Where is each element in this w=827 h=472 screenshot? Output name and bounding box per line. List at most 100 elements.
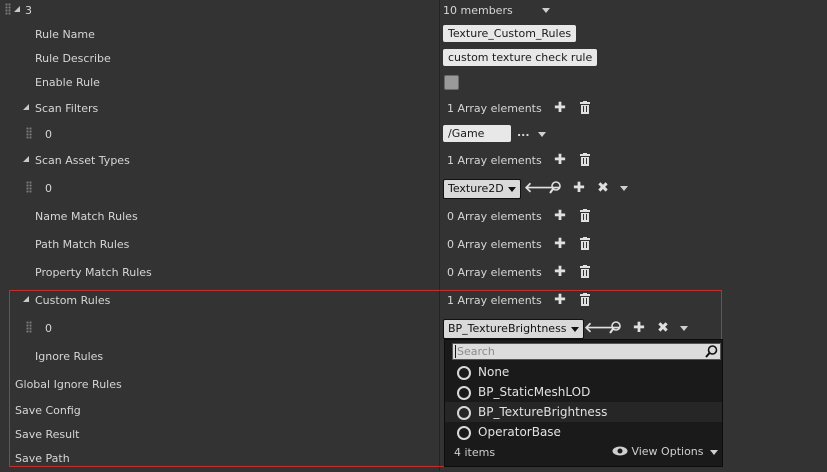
ignore-rules-label: Ignore Rules: [35, 350, 104, 363]
magnifier-icon[interactable]: [608, 321, 622, 335]
name-match-rules-label: Name Match Rules: [35, 210, 138, 223]
scan-asset-types-label: Scan Asset Types: [35, 154, 130, 167]
array-item-3-row: 3 10 members: [0, 0, 827, 24]
view-options-label: View Options: [631, 445, 704, 458]
radio-icon: [457, 386, 471, 400]
option-bp-texturebrightness[interactable]: BP_TextureBrightness: [445, 402, 722, 422]
save-result-label: Save Result: [15, 428, 80, 441]
trash-icon[interactable]: [578, 209, 592, 223]
search-input[interactable]: Search: [452, 343, 721, 360]
scan-asset-types-item-row: 0 Texture2D 🡐 ✚ ✖: [0, 178, 827, 202]
option-bp-staticmeshlod[interactable]: BP_StaticMeshLOD: [445, 382, 722, 402]
plus-icon[interactable]: ✚: [553, 293, 567, 307]
option-none[interactable]: None: [445, 362, 722, 382]
grip-icon[interactable]: [26, 321, 32, 333]
trash-icon[interactable]: [578, 293, 592, 307]
dropdown-arrow-icon[interactable]: [538, 132, 546, 137]
option-label: BP_StaticMeshLOD: [478, 385, 591, 399]
grip-icon[interactable]: [5, 3, 11, 15]
text-caret: [455, 345, 456, 358]
custom-rules-count: 1 Array elements: [447, 294, 542, 307]
scan-filters-label: Scan Filters: [35, 102, 99, 115]
close-icon[interactable]: ✖: [656, 321, 670, 335]
expand-arrow-icon[interactable]: [14, 6, 20, 12]
expand-arrow-icon[interactable]: [23, 156, 29, 162]
option-label: BP_TextureBrightness: [478, 405, 608, 419]
dropdown-arrow-icon[interactable]: [620, 186, 628, 191]
grip-icon[interactable]: [26, 181, 32, 193]
class-picker-popup: Search None BP_StaticMeshLOD BP_TextureB…: [444, 339, 723, 467]
rule-name-label: Rule Name: [35, 28, 95, 41]
arrow-left-icon[interactable]: 🡐: [524, 181, 562, 195]
plus-icon[interactable]: ✚: [632, 321, 646, 335]
custom-rules-label: Custom Rules: [35, 294, 111, 307]
custom-rule-combo[interactable]: BP_TextureBrightness: [443, 319, 584, 339]
expand-arrow-icon[interactable]: [23, 104, 29, 110]
close-icon[interactable]: ✖: [596, 181, 610, 195]
rule-describe-input[interactable]: custom texture check rule: [443, 49, 598, 66]
view-options-button[interactable]: View Options: [612, 445, 718, 459]
dropdown-arrow-icon[interactable]: [680, 326, 688, 331]
global-ignore-rules-label: Global Ignore Rules: [15, 378, 122, 391]
path-match-rules-count: 0 Array elements: [447, 238, 542, 251]
dropdown-arrow-icon[interactable]: [542, 8, 550, 13]
rule-name-input[interactable]: Texture_Custom_Rules: [443, 25, 577, 42]
option-label: None: [478, 365, 510, 379]
path-match-rules-label: Path Match Rules: [35, 238, 130, 251]
trash-icon[interactable]: [578, 153, 592, 167]
trash-icon[interactable]: [578, 265, 592, 279]
dropdown-arrow-icon: [710, 449, 718, 455]
trash-icon[interactable]: [578, 101, 592, 115]
arrow-left-icon[interactable]: 🡐: [584, 321, 622, 335]
plus-icon[interactable]: ✚: [553, 265, 567, 279]
search-placeholder: Search: [457, 345, 495, 358]
plus-icon[interactable]: ✚: [553, 101, 567, 115]
property-match-rules-row: Property Match Rules 0 Array elements ✚: [0, 262, 827, 286]
scan-filter-path-input[interactable]: /Game: [443, 125, 511, 142]
grip-icon[interactable]: [26, 127, 32, 139]
path-match-rules-row: Path Match Rules 0 Array elements ✚: [0, 234, 827, 258]
expand-arrow-icon[interactable]: [23, 296, 29, 302]
plus-icon[interactable]: ✚: [572, 181, 586, 195]
name-match-rules-count: 0 Array elements: [447, 210, 542, 223]
property-match-rules-count: 0 Array elements: [447, 266, 542, 279]
scan-filters-row: Scan Filters 1 Array elements ✚: [0, 98, 827, 122]
trash-icon[interactable]: [578, 237, 592, 251]
radio-icon: [457, 406, 471, 420]
custom-rules-item-index: 0: [45, 322, 52, 335]
plus-icon[interactable]: ✚: [553, 209, 567, 223]
save-config-label: Save Config: [15, 404, 81, 417]
dropdown-arrow-icon: [570, 327, 579, 332]
asset-type-value: Texture2D: [448, 182, 504, 195]
scan-filters-item-row: 0 /Game ...: [0, 124, 827, 148]
property-match-rules-label: Property Match Rules: [35, 266, 152, 279]
radio-icon: [457, 366, 471, 380]
enable-rule-label: Enable Rule: [35, 76, 100, 89]
scan-filters-count: 1 Array elements: [447, 102, 542, 115]
custom-rule-value: BP_TextureBrightness: [448, 322, 567, 335]
scan-filters-item-index: 0: [45, 128, 52, 141]
scan-asset-types-item-index: 0: [45, 182, 52, 195]
option-label: OperatorBase: [478, 425, 561, 439]
scan-asset-types-row: Scan Asset Types 1 Array elements ✚: [0, 150, 827, 174]
scan-asset-types-count: 1 Array elements: [447, 154, 542, 167]
enable-rule-checkbox[interactable]: [444, 75, 459, 90]
rule-name-row: Rule Name Texture_Custom_Rules: [0, 24, 827, 48]
rule-describe-label: Rule Describe: [35, 52, 111, 65]
radio-icon: [457, 426, 471, 440]
plus-icon[interactable]: ✚: [553, 237, 567, 251]
dropdown-arrow-icon: [507, 187, 516, 192]
save-path-label: Save Path: [15, 452, 70, 465]
magnifier-icon: [705, 345, 718, 361]
eye-icon: [612, 446, 628, 459]
option-operatorbase[interactable]: OperatorBase: [445, 422, 722, 442]
item-count: 4 items: [454, 446, 496, 459]
magnifier-icon[interactable]: [548, 181, 562, 195]
rule-describe-row: Rule Describe custom texture check rule: [0, 48, 827, 72]
array-item-index: 3: [25, 4, 32, 17]
custom-rules-row: Custom Rules 1 Array elements ✚: [0, 290, 827, 314]
browse-button[interactable]: ...: [517, 126, 530, 139]
members-count: 10 members: [443, 4, 513, 17]
asset-type-combo[interactable]: Texture2D: [443, 179, 521, 199]
plus-icon[interactable]: ✚: [553, 153, 567, 167]
